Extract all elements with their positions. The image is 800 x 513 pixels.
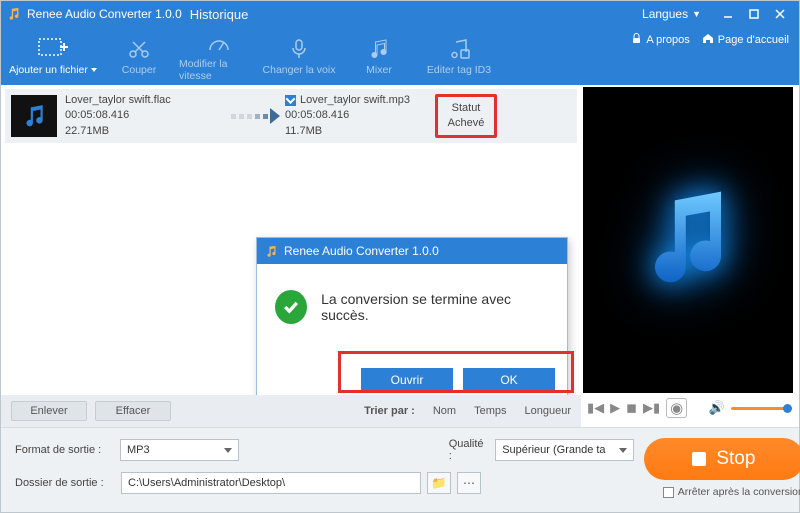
language-label: Langues: [642, 7, 688, 21]
app-icon: [7, 7, 21, 21]
output-folder-label: Dossier de sortie :: [15, 477, 115, 489]
status-value: Achevé: [440, 116, 492, 131]
add-file-icon: [38, 36, 68, 62]
output-duration: 00:05:08.416: [285, 108, 435, 123]
sort-length[interactable]: Longueur: [525, 405, 572, 417]
output-format-label: Format de sortie :: [15, 444, 114, 456]
home-icon: [702, 33, 714, 47]
id3-button[interactable]: Editer tag ID3: [419, 27, 499, 85]
dialog-message: La conversion se termine avec succès.: [321, 291, 549, 323]
tag-icon: [448, 36, 470, 62]
play-button[interactable]: ▶: [610, 400, 620, 416]
voice-button[interactable]: Changer la voix: [259, 27, 339, 85]
microphone-icon: [289, 36, 309, 62]
sort-name[interactable]: Nom: [433, 405, 456, 417]
stop-after-label: Arrêter après la conversion: [678, 486, 800, 498]
list-footer: Enlever Effacer Trier par : Nom Temps Lo…: [1, 395, 581, 427]
next-button[interactable]: ▶▮: [643, 400, 660, 416]
snapshot-button[interactable]: ◉: [666, 398, 687, 418]
app-window: Renee Audio Converter 1.0.0 Historique L…: [0, 0, 800, 513]
file-list-panel: Lover_taylor swift.flac 00:05:08.416 22.…: [1, 85, 581, 427]
status-label: Statut: [440, 101, 492, 116]
quality-label: Qualité :: [449, 438, 490, 462]
source-filename: Lover_taylor swift.flac: [65, 93, 225, 108]
cut-button[interactable]: Couper: [99, 27, 179, 85]
file-thumbnail: [11, 95, 57, 137]
status-badge: Statut Achevé: [435, 94, 497, 138]
language-menu[interactable]: Langues ▼: [642, 7, 701, 21]
source-duration: 00:05:08.416: [65, 108, 225, 123]
maximize-button[interactable]: [741, 5, 767, 23]
stop-player-button[interactable]: ◼: [626, 400, 637, 416]
conversion-arrow-icon: [225, 108, 285, 124]
source-size: 22.71MB: [65, 124, 225, 139]
titlebar: Renee Audio Converter 1.0.0 Historique L…: [1, 1, 799, 27]
edit-icon[interactable]: [285, 95, 296, 106]
output-filename: Lover_taylor swift.mp3: [300, 93, 410, 108]
output-format-select[interactable]: MP3: [120, 439, 239, 461]
source-file-block: Lover_taylor swift.flac 00:05:08.416 22.…: [65, 93, 225, 139]
music-note-icon: [368, 36, 390, 62]
app-title: Renee Audio Converter 1.0.0: [27, 7, 182, 21]
stop-after-checkbox[interactable]: [663, 487, 674, 498]
clear-button[interactable]: Effacer: [95, 401, 171, 421]
main-area: Lover_taylor swift.flac 00:05:08.416 22.…: [1, 85, 799, 427]
scissors-icon: [128, 36, 150, 62]
stop-icon: [692, 452, 706, 466]
gauge-icon: [207, 30, 231, 56]
dialog-title: Renee Audio Converter 1.0.0: [284, 244, 439, 258]
volume-slider[interactable]: [731, 407, 789, 410]
success-dialog: Renee Audio Converter 1.0.0 La conversio…: [256, 237, 568, 395]
mix-button[interactable]: Mixer: [339, 27, 419, 85]
dialog-titlebar: Renee Audio Converter 1.0.0: [257, 238, 567, 264]
lock-icon: [631, 33, 642, 47]
dialog-open-button[interactable]: Ouvrir: [361, 368, 453, 392]
remove-button[interactable]: Enlever: [11, 401, 87, 421]
sort-by-label: Trier par :: [364, 405, 415, 417]
stop-button[interactable]: Stop: [644, 438, 800, 480]
output-file-block: Lover_taylor swift.mp3 00:05:08.416 11.7…: [285, 93, 435, 139]
about-link[interactable]: A propos: [631, 33, 689, 47]
preview-panel: ▮◀ ▶ ◼ ▶▮ ◉ 🔊: [581, 85, 799, 427]
home-link[interactable]: Page d'accueil: [702, 33, 789, 47]
prev-button[interactable]: ▮◀: [587, 400, 604, 416]
browse-button[interactable]: ⋯: [457, 472, 481, 494]
page-title: Historique: [190, 7, 249, 22]
table-row[interactable]: Lover_taylor swift.flac 00:05:08.416 22.…: [5, 89, 577, 143]
success-check-icon: [275, 290, 307, 324]
open-folder-button[interactable]: 📁: [427, 472, 451, 494]
output-size: 11.7MB: [285, 124, 435, 139]
quality-select[interactable]: Supérieur (Grande ta: [495, 439, 634, 461]
conversion-list: Lover_taylor swift.flac 00:05:08.416 22.…: [1, 85, 581, 395]
folder-icon: 📁: [432, 476, 447, 490]
add-file-button[interactable]: Ajouter un fichier: [7, 27, 99, 85]
player-controls: ▮◀ ▶ ◼ ▶▮ ◉ 🔊: [583, 393, 793, 423]
toolbar: Ajouter un fichier Couper Modifier la vi…: [1, 27, 799, 85]
sort-time[interactable]: Temps: [474, 405, 506, 417]
speaker-icon[interactable]: 🔊: [709, 400, 725, 416]
minimize-button[interactable]: [715, 5, 741, 23]
dialog-ok-button[interactable]: OK: [463, 368, 555, 392]
speed-button[interactable]: Modifier la vitesse: [179, 27, 259, 85]
preview-display: [583, 87, 793, 393]
close-button[interactable]: [767, 5, 793, 23]
output-folder-input[interactable]: C:\Users\Administrator\Desktop\: [121, 472, 421, 494]
bottom-panel: Format de sortie : MP3 Qualité : Supérie…: [1, 427, 799, 512]
